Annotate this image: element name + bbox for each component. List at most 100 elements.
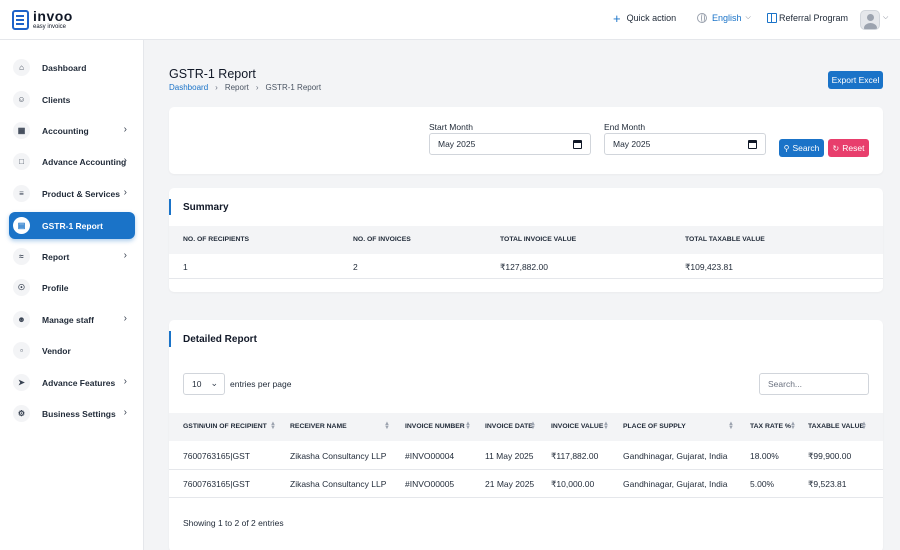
chevron-down-icon: ⌵ [745,14,751,21]
sidebar-item-label: Manage staff [42,314,94,325]
divider [169,469,883,470]
sort-icon[interactable]: ▲ ▼ [603,421,609,431]
referral-program-link[interactable]: Referral Program [767,13,848,23]
sidebar-item-label: Profile [42,282,69,293]
chevron-right-icon: › [123,250,127,261]
bank-icon: □ [13,153,30,170]
brand-logo[interactable]: invoo easy invoice [12,9,73,30]
calendar-icon[interactable] [573,140,582,149]
summary-title: Summary [183,202,229,213]
col-invoice-value[interactable]: INVOICE VALUE [551,423,603,430]
sidebar-item-label: Advance Features [42,377,116,388]
sidebar-item-advance-accounting[interactable]: □ Advance Accounting › [9,148,135,175]
cell-invoice-date: 11 May 2025 [485,451,534,461]
col-invoice-number[interactable]: INVOICE NUMBER [405,423,465,430]
invoice-logo-icon [12,9,29,30]
chevron-right-icon: › [123,155,127,166]
breadcrumb-report[interactable]: Report [225,83,249,92]
reset-button[interactable]: ↻ Reset [828,139,869,157]
top-bar: invoo easy invoice + Quick action Englis… [0,0,900,40]
sort-icon[interactable]: ▲ ▼ [728,421,734,431]
export-excel-button[interactable]: Export Excel [828,71,883,89]
col-invoice-date[interactable]: INVOICE DATE [485,423,533,430]
person-icon: ☉ [13,279,30,296]
start-month-label: Start Month [429,122,473,132]
sidebar-item-business-settings[interactable]: ⚙ Business Settings › [9,400,135,427]
chevron-right-icon: › [123,407,127,418]
chevron-down-icon[interactable]: ⌵ [883,14,888,22]
divider [169,497,883,498]
sort-icon[interactable]: ▲ ▼ [790,421,796,431]
cell-invoice-number: #INVO00004 [405,451,455,461]
section-accent-bar [169,331,171,347]
sidebar-item-vendor[interactable]: ▫ Vendor [9,337,135,364]
col-recipients: NO. OF RECIPIENTS [183,236,250,243]
sidebar-item-label: Dashboard [42,62,87,73]
sidebar-item-dashboard[interactable]: ⌂ Dashboard [9,54,135,81]
sidebar-item-label: Business Settings [42,408,116,419]
summary-invoices-value: 2 [353,262,358,272]
col-total-taxable-value: TOTAL TAXABLE VALUE [685,236,765,243]
breadcrumb-dashboard[interactable]: Dashboard [169,83,208,92]
brand-name: invoo [33,8,73,24]
detailed-report-title: Detailed Report [183,334,257,345]
end-month-input[interactable]: May 2025 [604,133,766,155]
cart-icon: ≡ [13,185,30,202]
user-plus-icon: ☺ [13,91,30,108]
col-gstin[interactable]: GSTIN/UIN OF RECIPIENT [183,423,267,430]
detailed-table-header: GSTIN/UIN OF RECIPIENT ▲ ▼ RECEIVER NAME … [169,413,883,441]
col-taxable-value[interactable]: TAXABLE VALUE [808,423,864,430]
cell-taxable-value: ₹99,900.00 [808,451,852,461]
referral-label: Referral Program [779,13,849,23]
plus-icon: + [613,10,621,26]
sidebar-item-product-services[interactable]: ≡ Product & Services › [9,180,135,207]
sidebar-item-manage-staff[interactable]: ☻ Manage staff › [9,306,135,333]
sidebar-item-advance-features[interactable]: ➤ Advance Features › [9,369,135,396]
summary-table-header: NO. OF RECIPIENTS NO. OF INVOICES TOTAL … [169,226,883,254]
gift-icon [767,13,777,23]
quick-action-button[interactable]: + Quick action [613,10,677,26]
cell-gstin: 7600763165|GST [183,451,250,461]
chevron-right-icon: › [123,313,127,324]
table-search-input[interactable] [759,373,869,395]
pagination-info: Showing 1 to 2 of 2 entries [183,518,284,528]
language-label: English [712,13,742,23]
chevron-right-icon: › [215,83,218,92]
search-button[interactable]: ⚲ Search [779,139,824,157]
chevron-right-icon: › [123,376,127,387]
sort-icon[interactable]: ▲ ▼ [530,421,536,431]
chevron-down-icon: ⌄ [210,378,218,388]
sidebar-item-report[interactable]: ≈ Report › [9,243,135,270]
entries-per-page-select[interactable]: 10 ⌄ [183,373,225,395]
col-tax-rate[interactable]: TAX RATE % [750,423,791,430]
home-icon: ⌂ [13,59,30,76]
sort-icon[interactable]: ▲ ▼ [384,421,390,431]
breadcrumb: Dashboard › Report › GSTR-1 Report [169,83,321,92]
col-place-of-supply[interactable]: PLACE OF SUPPLY [623,423,686,430]
quick-action-label: Quick action [626,13,677,23]
sort-icon[interactable]: ▲ ▼ [465,421,471,431]
sidebar-item-profile[interactable]: ☉ Profile [9,274,135,301]
cell-tax-rate: 18.00% [750,451,779,461]
calendar-icon[interactable] [748,140,757,149]
cell-place-of-supply: Gandhinagar, Gujarat, India [623,451,728,461]
cell-invoice-date: 21 May 2025 [485,479,535,489]
cell-receiver-name: Zikasha Consultancy LLP [290,479,387,489]
sidebar-item-accounting[interactable]: ▦ Accounting › [9,117,135,144]
sidebar-item-label: Advance Accounting [42,156,127,167]
sort-icon[interactable]: ▲ ▼ [270,421,276,431]
user-avatar[interactable] [860,10,880,30]
language-selector[interactable]: English ⌵ [697,13,751,23]
sort-icon[interactable]: ▲ ▼ [861,421,867,431]
sidebar-item-label: GSTR-1 Report [42,220,103,231]
cell-taxable-value: ₹9,523.81 [808,479,847,489]
cell-receiver-name: Zikasha Consultancy LLP [290,451,387,461]
refresh-icon: ↻ [832,143,840,153]
start-month-input[interactable]: May 2025 [429,133,591,155]
breadcrumb-current: GSTR-1 Report [265,83,322,92]
section-accent-bar [169,199,171,215]
chart-line-icon: ≈ [13,248,30,265]
sidebar-item-gstr1-report[interactable]: ▤ GSTR-1 Report [9,212,135,239]
sidebar-item-clients[interactable]: ☺ Clients [9,86,135,113]
col-receiver-name[interactable]: RECEIVER NAME [290,423,347,430]
